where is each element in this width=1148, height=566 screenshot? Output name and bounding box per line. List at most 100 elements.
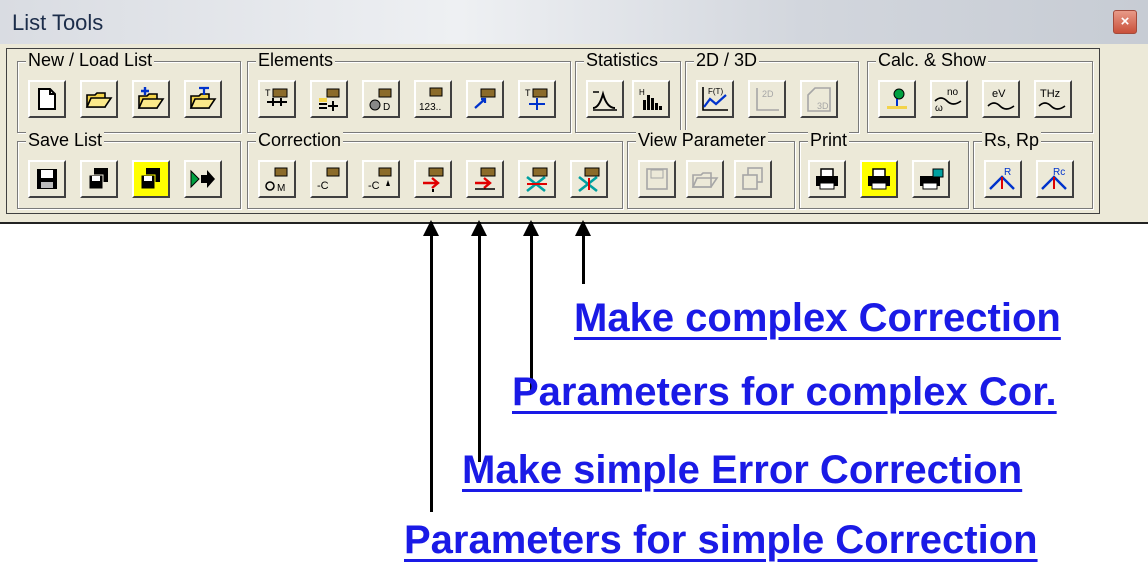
corr-c-star-button[interactable]: -C xyxy=(362,160,400,198)
print-highlight-button[interactable] xyxy=(860,160,898,198)
calc-pointer-button[interactable] xyxy=(878,80,916,118)
correction-m-icon: M xyxy=(265,167,288,193)
params-simple-correction-button[interactable] xyxy=(414,160,452,198)
group-statistics: Statistics H xyxy=(575,50,681,133)
print-button[interactable] xyxy=(808,160,846,198)
load-template-button[interactable] xyxy=(184,80,222,118)
svg-text:ω: ω xyxy=(935,103,943,113)
view-param-save-button[interactable] xyxy=(638,160,676,198)
svg-text:no: no xyxy=(947,87,959,98)
calc-no-omega-button[interactable]: no ω xyxy=(930,80,968,118)
thz-unit-icon: THz xyxy=(1038,88,1066,110)
plot-ft-button[interactable]: F(T) xyxy=(696,80,734,118)
arrow-make-complex xyxy=(575,220,591,284)
print-setup-button[interactable] xyxy=(912,160,950,198)
make-simple-correction-button[interactable] xyxy=(466,160,504,198)
complex-correction-params-icon xyxy=(526,167,548,193)
rp-button[interactable]: Rc xyxy=(1036,160,1074,198)
stat-mean-button[interactable] xyxy=(586,80,624,118)
svg-text:-C: -C xyxy=(317,180,329,192)
view-param-multi-button[interactable] xyxy=(734,160,772,198)
group-label-statistics: Statistics xyxy=(584,50,661,70)
group-2d-3d: 2D / 3D F(T) 2D 3D xyxy=(685,50,859,133)
group-print: Print xyxy=(799,130,969,209)
simple-correction-icon xyxy=(475,167,496,190)
svg-text:-C: -C xyxy=(368,180,380,192)
stat-histogram-button[interactable]: H xyxy=(632,80,670,118)
plot-2d-icon: 2D xyxy=(756,88,779,111)
svg-text:R: R xyxy=(1004,167,1011,178)
close-button[interactable]: × xyxy=(1113,10,1137,34)
new-file-icon xyxy=(38,88,56,110)
element-t-icon: T xyxy=(265,88,288,106)
printer-highlight-icon xyxy=(868,168,890,190)
label-params-simple-correction: Parameters for simple Correction xyxy=(404,518,1038,562)
view-param-open-button[interactable] xyxy=(686,160,724,198)
printer-setup-icon xyxy=(920,168,944,190)
save-as-button[interactable] xyxy=(80,160,118,198)
element-split-icon: T xyxy=(525,88,548,110)
svg-text:THz: THz xyxy=(1040,88,1060,100)
group-view-parameter: View Parameter xyxy=(627,130,795,209)
add-list-button[interactable] xyxy=(132,80,170,118)
group-label-rs-rp: Rs, Rp xyxy=(982,130,1042,150)
histogram-icon: H xyxy=(639,88,662,110)
new-list-button[interactable] xyxy=(28,80,66,118)
export-arrows-icon xyxy=(190,169,215,189)
multi-disk-highlight-icon xyxy=(140,168,160,190)
svg-text:D: D xyxy=(383,102,390,112)
svg-text:M: M xyxy=(277,183,285,193)
svg-text:3D: 3D xyxy=(817,101,829,111)
rp-reflectance-icon: Rc xyxy=(1041,167,1067,190)
corr-m-button[interactable]: M xyxy=(258,160,296,198)
template-folder-icon xyxy=(189,86,217,109)
refractive-index-icon: noω xyxy=(934,87,962,113)
group-save-list: Save List xyxy=(17,130,241,209)
save-list-button[interactable] xyxy=(28,160,66,198)
element-move-button[interactable] xyxy=(466,80,504,118)
arrow-params-simple xyxy=(423,220,439,512)
correction-c-icon: -C xyxy=(317,167,340,192)
plot-3d-button[interactable]: 3D xyxy=(800,80,838,118)
element-123-button[interactable]: 123.. xyxy=(414,80,452,118)
element-add-button[interactable] xyxy=(310,80,348,118)
element-t-split-button[interactable]: T xyxy=(518,80,556,118)
group-correction: Correction M -C -C xyxy=(247,130,623,209)
list-tools-window: List Tools × New / Load List Elements T xyxy=(0,0,1148,224)
disabled-floppy-icon xyxy=(646,168,668,190)
plot-3d-icon: 3D xyxy=(807,87,831,112)
label-make-complex-correction: Make complex Correction xyxy=(574,296,1061,340)
floppy-disk-icon xyxy=(37,169,57,189)
element-t-button[interactable]: T xyxy=(258,80,296,118)
open-list-button[interactable] xyxy=(80,80,118,118)
plot-2d-button[interactable]: 2D xyxy=(748,80,786,118)
disabled-folder-icon xyxy=(691,172,719,188)
group-rs-rp: Rs, Rp R Rc xyxy=(973,130,1093,209)
correction-c-star-icon: -C xyxy=(368,167,392,192)
title-bar[interactable]: List Tools × xyxy=(0,0,1148,44)
save-highlight-button[interactable] xyxy=(132,160,170,198)
params-complex-correction-button[interactable] xyxy=(518,160,556,198)
arrow-make-simple xyxy=(471,220,487,462)
add-folder-icon xyxy=(137,87,165,109)
toolbar-panel: New / Load List Elements T D 123.. T Sta… xyxy=(6,48,1100,214)
svg-text:F(T): F(T) xyxy=(708,87,723,96)
rs-button[interactable]: R xyxy=(984,160,1022,198)
arrow-params-complex xyxy=(523,220,539,392)
calc-thz-button[interactable]: THz xyxy=(1034,80,1072,118)
open-folder-icon xyxy=(85,92,113,108)
svg-text:T: T xyxy=(265,88,271,98)
make-complex-correction-button[interactable] xyxy=(570,160,608,198)
calc-ev-button[interactable]: eV xyxy=(982,80,1020,118)
export-button[interactable] xyxy=(184,160,222,198)
element-d-button[interactable]: D xyxy=(362,80,400,118)
svg-text:Rc: Rc xyxy=(1053,167,1065,178)
group-label-2d-3d: 2D / 3D xyxy=(694,50,760,70)
group-label-new-load: New / Load List xyxy=(26,50,155,70)
window-title: List Tools xyxy=(12,10,104,35)
svg-text:eV: eV xyxy=(992,88,1006,100)
group-label-elements: Elements xyxy=(256,50,336,70)
element-d-icon: D xyxy=(369,88,392,112)
corr-c-button[interactable]: -C xyxy=(310,160,348,198)
calc-pointer-icon xyxy=(887,88,907,109)
